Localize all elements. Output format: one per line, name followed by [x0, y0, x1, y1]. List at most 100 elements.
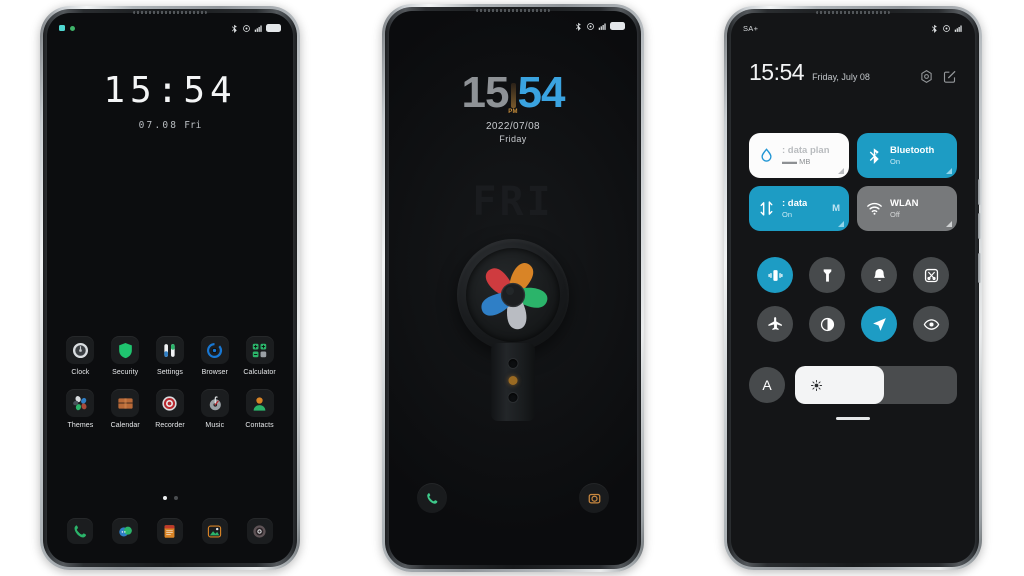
- app-label: Themes: [67, 422, 94, 429]
- gear-icon[interactable]: [919, 69, 934, 84]
- app-security[interactable]: Security: [103, 336, 148, 376]
- calendar-icon: [111, 389, 140, 417]
- bluetooth-icon: [931, 24, 937, 33]
- phone-icon: [67, 518, 94, 544]
- lock-shortcuts: [389, 483, 637, 513]
- home-clock-date-value: 07.08: [138, 120, 179, 131]
- phone2-screen: 15 PM 54 2022/07/08 Friday FRI: [389, 11, 637, 565]
- dock-item-phone[interactable]: [58, 518, 103, 544]
- app-themes[interactable]: Themes: [58, 389, 103, 429]
- gallery-icon: [201, 518, 228, 544]
- lock-clock-hours: 15: [461, 68, 510, 117]
- fan-neck-dot-top: [508, 359, 518, 368]
- fan-neck: [491, 343, 535, 421]
- lock-clock-minutes: 54: [517, 68, 566, 117]
- alarm-icon: [943, 24, 950, 32]
- mobile-data-tile[interactable]: : data On M: [749, 186, 849, 231]
- wifi-icon: [867, 202, 882, 215]
- signal-bars-icon: [254, 25, 262, 32]
- app-calendar[interactable]: Calendar: [103, 389, 148, 429]
- phone2-status-bar: [389, 11, 637, 35]
- app-label: Calculator: [243, 369, 276, 376]
- tile-title: : data plan: [782, 145, 830, 156]
- volume-up-button[interactable]: [978, 179, 981, 205]
- home-clock-widget[interactable]: 15:54 07.08 Fri: [47, 73, 293, 132]
- tile-expand-corner[interactable]: [946, 221, 952, 227]
- app-label: Contacts: [245, 422, 274, 429]
- airplane-icon: [767, 316, 782, 330]
- auto-brightness-button[interactable]: A: [749, 367, 785, 403]
- app-recorder[interactable]: Recorder: [148, 389, 193, 429]
- dock-item-messages[interactable]: [103, 518, 148, 544]
- page-dot-active[interactable]: [162, 496, 167, 500]
- flashlight-toggle[interactable]: [809, 257, 845, 293]
- app-label: Clock: [71, 369, 90, 376]
- tile-expand-corner[interactable]: [838, 168, 844, 174]
- lock-clock-meridiem: PM: [508, 71, 518, 115]
- vibrate-toggle[interactable]: [757, 257, 793, 293]
- battery-icon: [610, 22, 625, 30]
- clock-icon: [66, 336, 95, 364]
- screenshot-toggle[interactable]: [913, 257, 949, 293]
- volume-down-button[interactable]: [978, 213, 981, 239]
- wallpaper-weekday-watermark: FRI: [472, 179, 554, 225]
- dock-item-notes[interactable]: [148, 518, 193, 544]
- eye-icon: [923, 318, 939, 330]
- dark-mode-toggle[interactable]: [809, 306, 845, 342]
- phone1-bezel: 15:54 07.08 Fri Clock Security Settings …: [43, 9, 297, 567]
- phone-shortcut[interactable]: [417, 483, 447, 513]
- eye-comfort-toggle[interactable]: [913, 306, 949, 342]
- app-contacts[interactable]: Contacts: [237, 389, 282, 429]
- dock-item-camera[interactable]: [237, 518, 282, 544]
- brightness-fill: [795, 366, 885, 404]
- lock-clock-widget[interactable]: 15 PM 54 2022/07/08 Friday: [389, 71, 637, 144]
- page-indicator[interactable]: [47, 496, 293, 500]
- lock-clock-time: 15 PM 54: [461, 68, 566, 117]
- pinwheel-fan-graphic: [457, 239, 569, 351]
- vibrate-icon: [767, 269, 783, 281]
- sun-brightness-icon: [810, 379, 823, 391]
- flashlight-icon: [823, 268, 831, 282]
- scene: 15:54 07.08 Fri Clock Security Settings …: [0, 0, 1024, 576]
- phone-home-screen: 15:54 07.08 Fri Clock Security Settings …: [40, 6, 300, 570]
- tile-expand-corner[interactable]: [946, 168, 952, 174]
- home-clock-date: 07.08 Fri: [47, 120, 293, 131]
- tile-title: Bluetooth: [890, 145, 935, 156]
- app-browser[interactable]: Browser: [192, 336, 237, 376]
- wlan-tile[interactable]: WLAN Off: [857, 186, 957, 231]
- phone3-status-bar: SA+: [731, 13, 975, 37]
- location-toggle[interactable]: [861, 306, 897, 342]
- tile-expand-corner[interactable]: [838, 221, 844, 227]
- messages-icon: [112, 518, 139, 544]
- settings-sliders-icon: [155, 336, 184, 364]
- alarm-icon: [243, 24, 250, 32]
- tile-title: WLAN: [890, 198, 919, 209]
- app-label: Security: [112, 369, 139, 376]
- dock-item-gallery[interactable]: [192, 518, 237, 544]
- contrast-circle-icon: [820, 317, 834, 331]
- edit-pencil-icon[interactable]: [942, 69, 957, 84]
- camera-shortcut[interactable]: [579, 483, 609, 513]
- app-settings[interactable]: Settings: [148, 336, 193, 376]
- phone-lock-screen: 15 PM 54 2022/07/08 Friday FRI: [382, 4, 644, 572]
- brightness-slider[interactable]: [795, 366, 957, 404]
- page-dot[interactable]: [173, 496, 178, 500]
- brightness-row: A: [749, 366, 957, 404]
- app-clock[interactable]: Clock: [58, 336, 103, 376]
- scissors-screenshot-icon: [924, 268, 938, 282]
- phone1-screen: 15:54 07.08 Fri Clock Security Settings …: [47, 13, 293, 563]
- app-calculator[interactable]: Calculator: [237, 336, 282, 376]
- fan-neck-dot-bottom: [508, 393, 518, 402]
- app-music[interactable]: Music: [192, 389, 237, 429]
- signal-bars-icon: [954, 25, 962, 32]
- ring-toggle[interactable]: [861, 257, 897, 293]
- power-button[interactable]: [978, 253, 981, 283]
- panel-grabber-handle[interactable]: [836, 417, 870, 420]
- control-center-header: 15:54 Friday, July 08: [749, 61, 957, 84]
- themes-icon: [66, 389, 95, 417]
- data-plan-tile[interactable]: : data plan ▬▬ MB: [749, 133, 849, 178]
- airplane-toggle[interactable]: [757, 306, 793, 342]
- tile-subtitle: On: [890, 157, 901, 166]
- app-label: Calendar: [110, 422, 140, 429]
- bluetooth-tile[interactable]: Bluetooth On: [857, 133, 957, 178]
